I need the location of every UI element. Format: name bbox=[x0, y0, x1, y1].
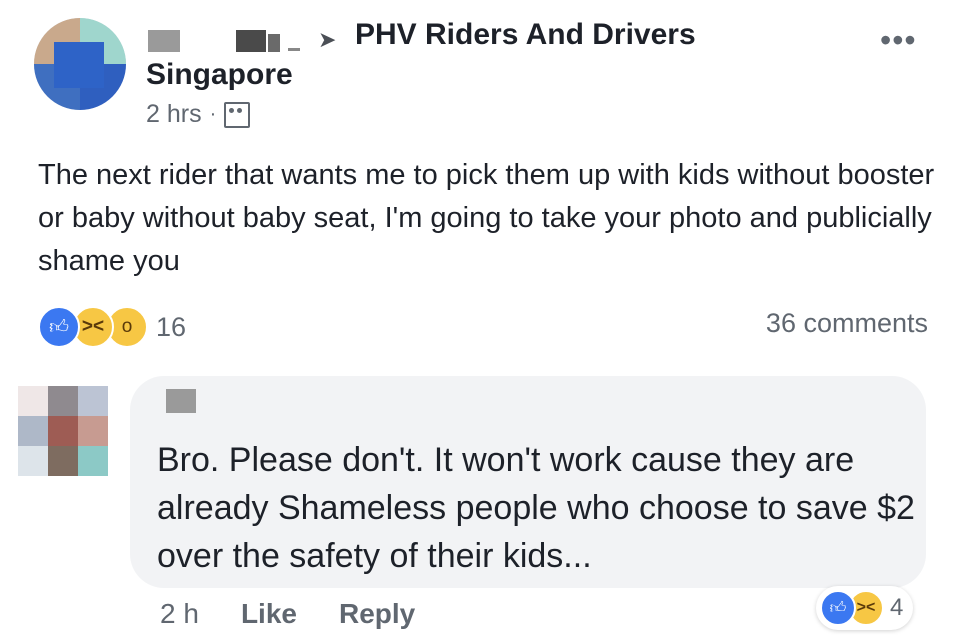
post-meta: 2 hrs · bbox=[146, 100, 251, 129]
comment-body-text: Bro. Please don't. It won't work cause t… bbox=[157, 441, 915, 575]
location-link[interactable]: Singapore bbox=[146, 58, 293, 92]
like-reaction-icon: 👍︎ bbox=[38, 306, 80, 348]
comment-timestamp[interactable]: 2 h bbox=[160, 598, 199, 630]
reaction-count: 16 bbox=[156, 311, 187, 342]
like-reaction-icon: 👍︎ bbox=[820, 590, 856, 626]
post-body-text: The next rider that wants me to pick the… bbox=[38, 159, 935, 277]
comment-like-button[interactable]: Like bbox=[241, 598, 297, 630]
author-name-redacted[interactable] bbox=[148, 30, 180, 52]
commenter-avatar[interactable] bbox=[18, 386, 108, 476]
arrow-right-icon: ➤ bbox=[318, 27, 337, 52]
author-name-redacted-2[interactable] bbox=[236, 30, 266, 52]
post-reactions[interactable]: 👍︎ >< o 16 bbox=[38, 306, 186, 348]
author-name-underscore bbox=[288, 48, 300, 51]
commenter-name-redacted[interactable] bbox=[166, 389, 196, 413]
group-name-link[interactable]: PHV Riders And Drivers bbox=[355, 18, 696, 52]
post-timestamp[interactable]: 2 hrs bbox=[146, 100, 202, 129]
author-name-redacted-3 bbox=[268, 34, 280, 52]
comment-actions: 2 h Like Reply bbox=[160, 598, 415, 630]
meta-separator: · bbox=[209, 103, 217, 125]
more-options-icon[interactable]: ••• bbox=[880, 22, 917, 59]
comments-count-link[interactable]: 36 comments bbox=[766, 308, 928, 339]
comment-reactions[interactable]: 👍︎ >< 4 bbox=[816, 586, 914, 630]
comment-reply-button[interactable]: Reply bbox=[339, 598, 415, 630]
group-audience-icon bbox=[224, 101, 251, 128]
author-avatar[interactable] bbox=[34, 18, 126, 110]
comment-reaction-count: 4 bbox=[890, 594, 904, 621]
